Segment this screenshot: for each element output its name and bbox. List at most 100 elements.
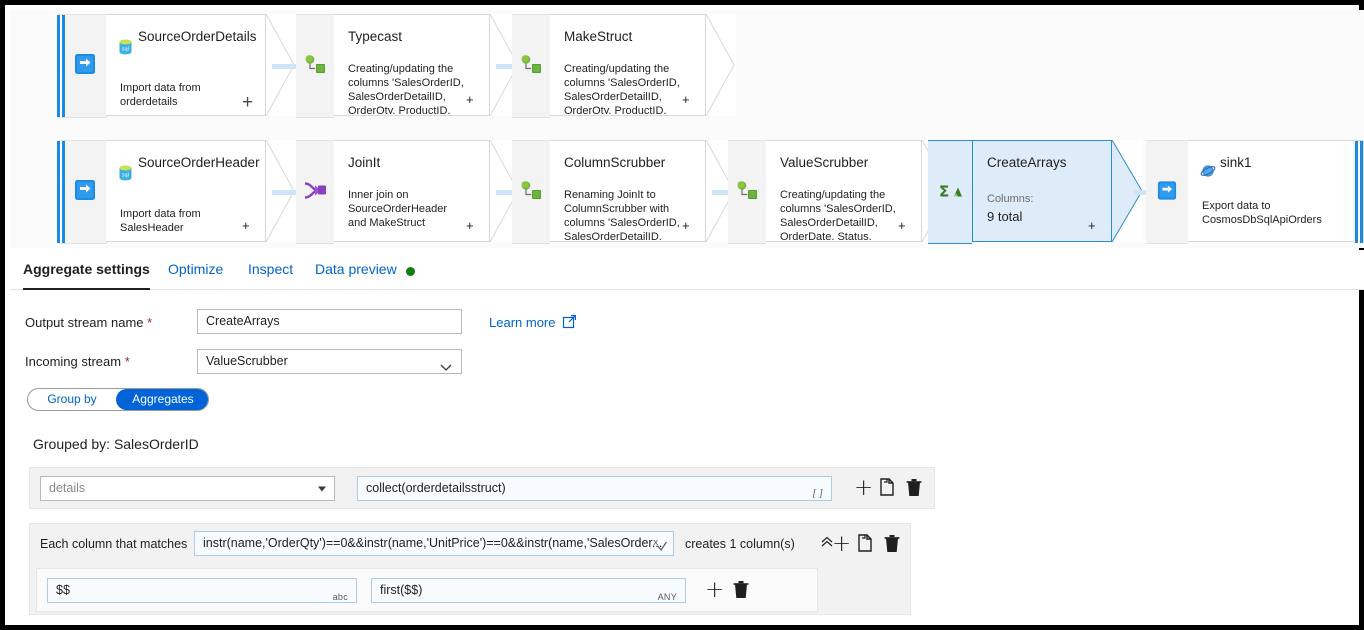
- add-aggregate-button[interactable]: +: [854, 477, 873, 500]
- pattern-name-expression-value: $$: [56, 583, 70, 597]
- required-asterisk: *: [147, 315, 153, 330]
- trash-icon[interactable]: [906, 478, 922, 500]
- tab-inspect[interactable]: Inspect: [248, 250, 293, 288]
- external-link-icon: [563, 315, 577, 330]
- node-title: JoinIt: [348, 155, 381, 170]
- chevron-down-icon: [440, 357, 452, 373]
- trash-icon[interactable]: [733, 580, 749, 602]
- add-pattern-child-button[interactable]: +: [705, 579, 724, 602]
- sql-database-icon: sql: [118, 165, 133, 184]
- source-rail-orderdetails: [57, 14, 107, 118]
- derived-column-icon: [735, 181, 759, 204]
- aggregate-expression-value: collect(orderdetailsstruct): [366, 481, 506, 495]
- pattern-value-type-hint: ANY: [657, 592, 677, 602]
- node-title: SourceOrderHeader: [138, 155, 260, 170]
- toggle-aggregates[interactable]: Aggregates: [116, 389, 208, 410]
- pattern-name-expression-input[interactable]: $$ abc: [47, 578, 357, 603]
- svg-text:Σ: Σ: [939, 183, 949, 201]
- node-title: ValueScrubber: [780, 155, 869, 170]
- learn-more-label: Learn more: [489, 315, 556, 330]
- node-description: Creating/updating the columns 'SalesOrde…: [780, 189, 896, 240]
- node-chevron: [705, 13, 736, 117]
- aggregate-column-select[interactable]: details: [40, 476, 335, 501]
- required-asterisk: *: [124, 354, 130, 369]
- sink-export-icon: [1157, 181, 1177, 204]
- output-stream-name-input[interactable]: CreateArrays: [197, 309, 462, 334]
- pattern-value-expression-input[interactable]: first($$) ANY: [371, 578, 686, 603]
- group-aggregates-toggle[interactable]: Group by Aggregates: [27, 388, 209, 411]
- add-node-button-5[interactable]: +: [466, 218, 474, 233]
- column-pattern-expression-input[interactable]: instr(name,'OrderQty')==0&&instr(name,'U…: [194, 531, 674, 556]
- add-node-button-3[interactable]: +: [682, 92, 690, 107]
- add-column-pattern-button[interactable]: +: [832, 533, 851, 556]
- output-stream-name-label-text: Output stream name: [25, 315, 144, 330]
- node-description: Import data from SalesHeader: [120, 208, 201, 234]
- app-frame: sql SourceOrderDetails Import data from …: [0, 0, 1364, 630]
- add-node-button-1[interactable]: +: [242, 92, 253, 114]
- connector-derived-column-2[interactable]: [512, 14, 550, 118]
- connector-derived-column-1[interactable]: [296, 14, 334, 118]
- add-node-button-6[interactable]: +: [682, 218, 690, 233]
- copy-icon[interactable]: [880, 478, 897, 500]
- aggregate-column-placeholder: details: [49, 481, 86, 495]
- aggregate-row-1: details collect(orderdetailsstruct) [ ] …: [29, 467, 935, 509]
- stream-bar: [1353, 141, 1363, 243]
- add-node-button-4[interactable]: +: [242, 218, 250, 233]
- learn-more-link[interactable]: Learn more: [489, 315, 577, 330]
- sql-database-icon: sql: [118, 39, 133, 58]
- node-title: MakeStruct: [564, 29, 633, 44]
- aggregate-sigma-icon: Σ: [937, 181, 963, 204]
- stream-bar: [57, 141, 67, 243]
- connector-join[interactable]: [296, 140, 334, 244]
- tab-data-preview[interactable]: Data preview: [315, 250, 397, 288]
- tab-optimize[interactable]: Optimize: [168, 250, 223, 288]
- aggregate-type-hint: [ ]: [812, 488, 823, 499]
- incoming-stream-label: Incoming stream *: [25, 354, 130, 369]
- derived-column-icon: [519, 181, 543, 204]
- cosmosdb-icon: [1200, 163, 1216, 182]
- connector-aggregate[interactable]: Σ: [928, 140, 972, 244]
- source-rail-orderheader: [57, 140, 107, 244]
- each-column-matches-label: Each column that matches: [40, 537, 188, 551]
- node-columns-value: 9 total: [987, 209, 1023, 224]
- pattern-name-type-hint: abc: [332, 592, 348, 602]
- incoming-stream-select[interactable]: ValueScrubber: [197, 349, 462, 374]
- add-node-button-7[interactable]: +: [898, 218, 906, 233]
- connector-derived-column-4[interactable]: [728, 140, 766, 244]
- svg-text:sql: sql: [122, 173, 129, 179]
- data-flow-canvas[interactable]: sql SourceOrderDetails Import data from …: [10, 10, 1364, 248]
- data-preview-status-dot: [406, 267, 415, 276]
- node-sink1[interactable]: sink1 Export data to CosmosDbSqlApiOrder…: [1188, 140, 1364, 243]
- node-title: SourceOrderDetails: [138, 29, 257, 44]
- copy-icon[interactable]: [858, 534, 875, 556]
- node-title: sink1: [1220, 155, 1252, 170]
- add-node-button-8[interactable]: +: [1088, 218, 1096, 233]
- node-title: CreateArrays: [987, 155, 1067, 170]
- grouped-by-text: Grouped by: SalesOrderID: [33, 436, 199, 452]
- incoming-stream-label-text: Incoming stream: [25, 354, 122, 369]
- node-description: Inner join on SourceOrderHeader and Make…: [348, 189, 448, 229]
- aggregate-expression-input[interactable]: collect(orderdetailsstruct) [ ]: [357, 476, 832, 501]
- node-title: Typecast: [348, 29, 403, 44]
- flow-link: [272, 190, 298, 195]
- pattern-value-expression-value: first($$): [380, 583, 423, 597]
- node-description: Import data from orderdetails: [120, 82, 201, 108]
- node-title: ColumnScrubber: [564, 155, 666, 170]
- caret-down-icon: [318, 486, 326, 491]
- add-node-button-2[interactable]: +: [466, 92, 474, 107]
- source-import-icon: [74, 53, 96, 78]
- node-description: Export data to CosmosDbSqlApiOrders: [1202, 200, 1322, 226]
- column-pattern-row: Each column that matches instr(name,'Ord…: [29, 523, 911, 615]
- svg-text:sql: sql: [122, 47, 129, 53]
- connector-sink[interactable]: [1146, 140, 1188, 244]
- incoming-stream-value: ValueScrubber: [206, 354, 288, 368]
- derived-column-icon: [519, 55, 543, 78]
- tab-aggregate-settings[interactable]: Aggregate settings: [23, 250, 150, 290]
- source-import-icon: [74, 179, 96, 204]
- trash-icon[interactable]: [884, 534, 900, 556]
- toggle-group-by[interactable]: Group by: [28, 389, 116, 410]
- creates-columns-text: creates 1 column(s): [685, 537, 795, 551]
- node-columns-label: Columns:: [987, 193, 1034, 205]
- expression-builder-icon[interactable]: x: [653, 536, 667, 555]
- connector-derived-column-3[interactable]: [512, 140, 550, 244]
